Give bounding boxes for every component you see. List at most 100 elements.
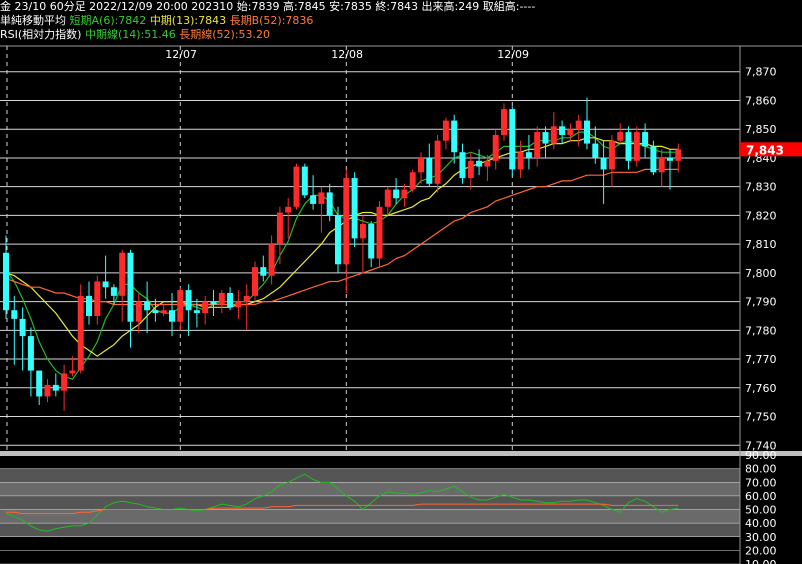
candle-down (592, 143, 599, 158)
candle-down (584, 120, 590, 144)
candle-up (376, 206, 383, 259)
price-tick-label: 7,780 (745, 324, 777, 337)
candle-up (617, 132, 624, 141)
candle-down (3, 252, 9, 311)
candle-down (351, 178, 358, 239)
date-label: 12/08 (331, 48, 363, 61)
candle-up (658, 157, 665, 173)
rsi-band (0, 468, 740, 483)
rsi-tick-label: 50.00 (745, 504, 777, 517)
price-tick-label: 7,770 (745, 353, 777, 366)
candle-down (169, 310, 175, 322)
candle-up (293, 166, 300, 207)
candle-down (310, 195, 317, 204)
candle-down (301, 166, 308, 196)
candle-down (542, 132, 549, 144)
candle-down (19, 318, 26, 337)
candle-up (61, 373, 68, 391)
candle-up (202, 301, 209, 314)
candle-down (227, 292, 234, 308)
candle-up (550, 126, 557, 144)
date-label: 12/09 (497, 48, 529, 61)
candle-up (484, 160, 491, 167)
candle-up (418, 157, 424, 173)
candle-down (185, 290, 192, 311)
candle-up (633, 132, 640, 161)
price-chart[interactable]: 7,8707,8607,8507,8407,8307,8207,8107,800… (0, 0, 802, 564)
candle-up (69, 370, 76, 374)
candle-up (575, 120, 582, 130)
candle-up (119, 252, 126, 296)
pane-divider (0, 451, 802, 456)
candle-up (492, 134, 499, 161)
candle-down (451, 120, 458, 153)
candle-down (11, 310, 18, 319)
ma-short-line (5, 131, 679, 380)
price-tick-label: 7,810 (745, 238, 777, 251)
rsi-tick-label: 90.00 (745, 449, 777, 462)
candle-up (252, 267, 258, 296)
candle-down (210, 301, 217, 305)
candle-down (426, 157, 433, 184)
candle-down (335, 215, 341, 265)
candle-down (52, 384, 59, 391)
candle-up (285, 206, 292, 213)
price-tick-label: 7,820 (745, 209, 777, 222)
price-tick-label: 7,800 (745, 267, 777, 280)
candle-up (384, 189, 391, 207)
candle-up (218, 292, 225, 305)
rsi-tick-label: 30.00 (745, 531, 777, 544)
candle-down (102, 281, 109, 288)
price-tick-label: 7,850 (745, 123, 777, 136)
price-tick-label: 7,870 (745, 66, 777, 79)
price-tick-label: 7,790 (745, 296, 777, 309)
candle-down (525, 152, 532, 158)
candle-up (359, 224, 366, 239)
candle-down (368, 224, 375, 259)
candle-down (393, 189, 400, 199)
candle-down (650, 146, 657, 173)
candle-up (401, 189, 408, 199)
date-label: 12/07 (165, 48, 197, 61)
candle-up (442, 120, 449, 141)
candle-up (318, 192, 325, 204)
candle-down (476, 160, 483, 167)
candle-up (44, 384, 51, 397)
candle-down (625, 132, 632, 161)
candle-up (343, 178, 350, 265)
rsi-band (0, 482, 740, 496)
rsi-tick-label: 70.00 (745, 476, 777, 489)
candle-up (135, 301, 142, 322)
price-tick-label: 7,750 (745, 411, 777, 424)
candle-up (268, 244, 275, 276)
candle-down (642, 132, 649, 147)
rsi-band (0, 523, 740, 537)
ma-mid-line (5, 137, 679, 357)
rsi-tick-label: 40.00 (745, 517, 777, 530)
candle-up (276, 212, 283, 245)
candle-down (260, 267, 267, 276)
candle-up (675, 149, 682, 161)
candle-up (517, 152, 524, 170)
candle-up (567, 129, 574, 135)
price-tick-label: 7,830 (745, 181, 777, 194)
candle-down (509, 109, 516, 170)
candle-up (94, 281, 101, 316)
candle-down (326, 192, 333, 216)
candle-down (459, 152, 466, 179)
candle-up (243, 295, 250, 302)
candle-up (409, 172, 416, 190)
price-tick-label: 7,860 (745, 94, 777, 107)
candle-up (235, 301, 242, 308)
rsi-tick-label: 60.00 (745, 490, 777, 503)
rsi-tick-label: 10.00 (745, 558, 777, 564)
candle-up (608, 140, 615, 170)
candle-down (559, 126, 566, 135)
last-price-label: 7,843 (746, 143, 784, 157)
candle-down (110, 287, 117, 296)
candle-up (467, 160, 474, 179)
candle-down (667, 157, 673, 161)
candle-up (77, 295, 84, 371)
candle-down (127, 252, 134, 322)
candle-up (160, 310, 167, 314)
